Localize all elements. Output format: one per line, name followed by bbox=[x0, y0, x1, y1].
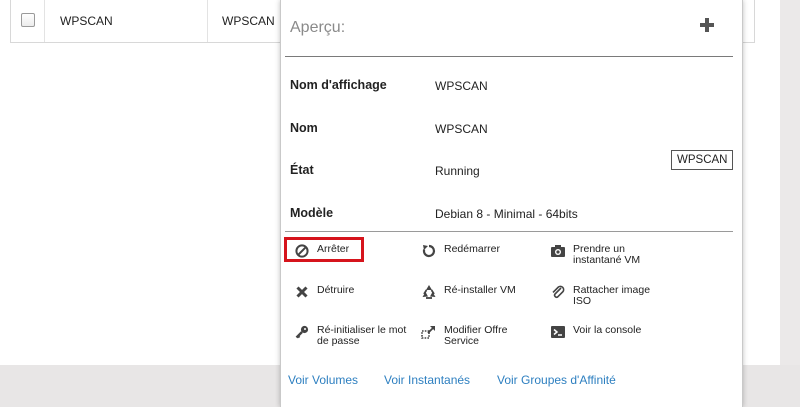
change-offer-button[interactable]: Modifier Offre Service bbox=[421, 325, 539, 347]
snapshot-button[interactable]: Prendre un instantané VM bbox=[550, 244, 668, 266]
camera-icon bbox=[550, 243, 566, 259]
row-display-name: WPSCAN bbox=[60, 14, 113, 28]
reinstall-label: Ré-installer VM bbox=[444, 284, 516, 296]
name-tag: WPSCAN bbox=[671, 150, 734, 170]
value-name: WPSCAN bbox=[435, 122, 488, 136]
restart-icon bbox=[421, 243, 437, 259]
panel-title: Aperçu: bbox=[290, 19, 346, 36]
view-volumes-link[interactable]: Voir Volumes bbox=[288, 373, 358, 387]
plus-icon[interactable] bbox=[696, 14, 718, 36]
view-snapshots-link[interactable]: Voir Instantanés bbox=[384, 373, 470, 387]
label-state: État bbox=[290, 163, 314, 177]
destroy-button[interactable]: Détruire bbox=[294, 285, 412, 300]
attach-iso-button[interactable]: Rattacher image ISO bbox=[550, 285, 668, 307]
restart-button[interactable]: Redémarrer bbox=[421, 244, 539, 259]
row-name: WPSCAN bbox=[222, 14, 275, 28]
destroy-label: Détruire bbox=[317, 284, 355, 296]
console-label: Voir la console bbox=[573, 324, 642, 336]
reinstall-button[interactable]: Ré-installer VM bbox=[421, 285, 539, 300]
row-checkbox[interactable] bbox=[21, 13, 35, 27]
view-affinity-groups-link[interactable]: Voir Groupes d'Affinité bbox=[497, 373, 616, 387]
console-button[interactable]: Voir la console bbox=[550, 325, 668, 340]
paperclip-icon bbox=[550, 284, 566, 300]
label-display-name: Nom d'affichage bbox=[290, 78, 387, 92]
resize-icon bbox=[421, 324, 437, 340]
recycle-icon bbox=[421, 284, 437, 300]
stop-highlight-annotation bbox=[284, 237, 364, 262]
divider bbox=[285, 56, 733, 57]
reset-password-label: Ré-initialiser le mot de passe bbox=[317, 324, 407, 347]
key-icon bbox=[294, 324, 310, 340]
right-edge bbox=[780, 0, 800, 365]
divider bbox=[285, 231, 733, 232]
value-template: Debian 8 - Minimal - 64bits bbox=[435, 207, 578, 221]
value-state: Running bbox=[435, 164, 480, 178]
value-display-name: WPSCAN bbox=[435, 79, 488, 93]
cell-divider bbox=[207, 0, 208, 42]
label-name: Nom bbox=[290, 121, 318, 135]
restart-label: Redémarrer bbox=[444, 243, 501, 255]
x-icon bbox=[294, 284, 310, 300]
label-template: Modèle bbox=[290, 206, 334, 220]
change-offer-label: Modifier Offre Service bbox=[444, 324, 508, 347]
cell-divider bbox=[44, 0, 45, 42]
terminal-icon bbox=[550, 324, 566, 340]
overview-panel: Aperçu: Nom d'affichage WPSCAN Nom WPSCA… bbox=[280, 0, 743, 407]
attach-iso-label: Rattacher image ISO bbox=[573, 284, 651, 307]
reset-password-button[interactable]: Ré-initialiser le mot de passe bbox=[294, 325, 412, 347]
snapshot-label: Prendre un instantané VM bbox=[573, 243, 641, 266]
